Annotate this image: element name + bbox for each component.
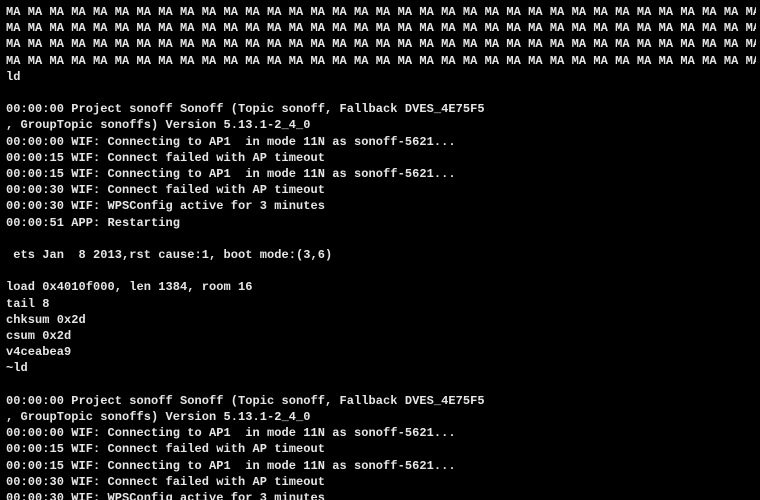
terminal-line: 00:00:00 Project sonoff Sonoff (Topic so…	[6, 101, 756, 117]
terminal-line: MA MA MA MA MA MA MA MA MA MA MA MA MA M…	[6, 36, 756, 52]
terminal-line: ets Jan 8 2013,rst cause:1, boot mode:(3…	[6, 247, 756, 263]
terminal-line	[6, 263, 756, 279]
terminal-line: 00:00:30 WIF: Connect failed with AP tim…	[6, 474, 756, 490]
terminal-line: MA MA MA MA MA MA MA MA MA MA MA MA MA M…	[6, 20, 756, 36]
terminal-line: 00:00:15 WIF: Connecting to AP1 in mode …	[6, 166, 756, 182]
terminal-line: 00:00:00 WIF: Connecting to AP1 in mode …	[6, 425, 756, 441]
terminal-line: , GroupTopic sonoffs) Version 5.13.1-2_4…	[6, 117, 756, 133]
terminal-line	[6, 231, 756, 247]
terminal-line: , GroupTopic sonoffs) Version 5.13.1-2_4…	[6, 409, 756, 425]
terminal-line: 00:00:00 Project sonoff Sonoff (Topic so…	[6, 393, 756, 409]
terminal-line: MA MA MA MA MA MA MA MA MA MA MA MA MA M…	[6, 53, 756, 69]
terminal-line: load 0x4010f000, len 1384, room 16	[6, 279, 756, 295]
terminal-line: 00:00:00 WIF: Connecting to AP1 in mode …	[6, 134, 756, 150]
terminal-line: 00:00:30 WIF: WPSConfig active for 3 min…	[6, 490, 756, 500]
terminal-line: ~ld	[6, 360, 756, 376]
terminal-output: MA MA MA MA MA MA MA MA MA MA MA MA MA M…	[6, 4, 756, 500]
terminal-line: 00:00:15 WIF: Connect failed with AP tim…	[6, 441, 756, 457]
terminal-line: 00:00:30 WIF: Connect failed with AP tim…	[6, 182, 756, 198]
terminal-line	[6, 85, 756, 101]
terminal-line: 00:00:51 APP: Restarting	[6, 215, 756, 231]
terminal-line: tail 8	[6, 296, 756, 312]
terminal-line: 00:00:15 WIF: Connecting to AP1 in mode …	[6, 458, 756, 474]
terminal-line: ld	[6, 69, 756, 85]
terminal-line: 00:00:15 WIF: Connect failed with AP tim…	[6, 150, 756, 166]
terminal-line: chksum 0x2d	[6, 312, 756, 328]
terminal-line: 00:00:30 WIF: WPSConfig active for 3 min…	[6, 198, 756, 214]
terminal-line	[6, 377, 756, 393]
terminal-line: MA MA MA MA MA MA MA MA MA MA MA MA MA M…	[6, 4, 756, 20]
terminal-line: csum 0x2d	[6, 328, 756, 344]
terminal-line: v4ceabea9	[6, 344, 756, 360]
